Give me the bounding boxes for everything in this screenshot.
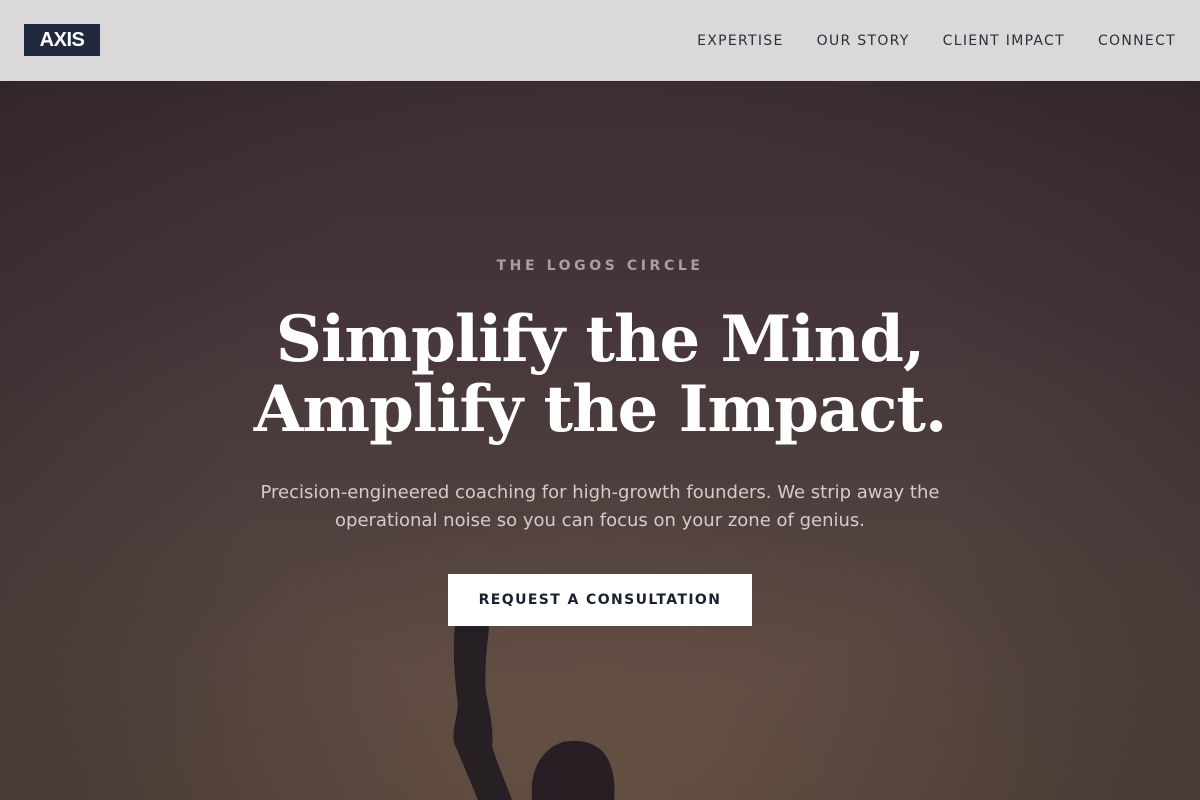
nav-link-connect[interactable]: CONNECT bbox=[1098, 33, 1176, 49]
main-nav: EXPERTISE OUR STORY CLIENT IMPACT CONNEC… bbox=[697, 0, 1176, 81]
site-header: AXIS EXPERTISE OUR STORY CLIENT IMPACT C… bbox=[0, 0, 1200, 81]
hero-section: THE LOGOS CIRCLE Simplify the Mind, Ampl… bbox=[0, 81, 1200, 800]
logo[interactable]: AXIS bbox=[24, 24, 100, 56]
hero-headline-line-2: Amplify the Impact. bbox=[253, 372, 948, 447]
request-consultation-button[interactable]: REQUEST A CONSULTATION bbox=[448, 574, 752, 626]
hero-eyebrow: THE LOGOS CIRCLE bbox=[496, 258, 704, 274]
hero-headline-line-1: Simplify the Mind, bbox=[275, 302, 925, 377]
hero-headline: Simplify the Mind, Amplify the Impact. bbox=[0, 305, 1200, 445]
landing-page: AXIS EXPERTISE OUR STORY CLIENT IMPACT C… bbox=[0, 0, 1200, 800]
hero-subtext: Precision-engineered coaching for high-g… bbox=[260, 482, 940, 531]
nav-link-expertise[interactable]: EXPERTISE bbox=[697, 33, 784, 49]
nav-link-client-impact[interactable]: CLIENT IMPACT bbox=[943, 33, 1065, 49]
nav-link-our-story[interactable]: OUR STORY bbox=[817, 33, 910, 49]
